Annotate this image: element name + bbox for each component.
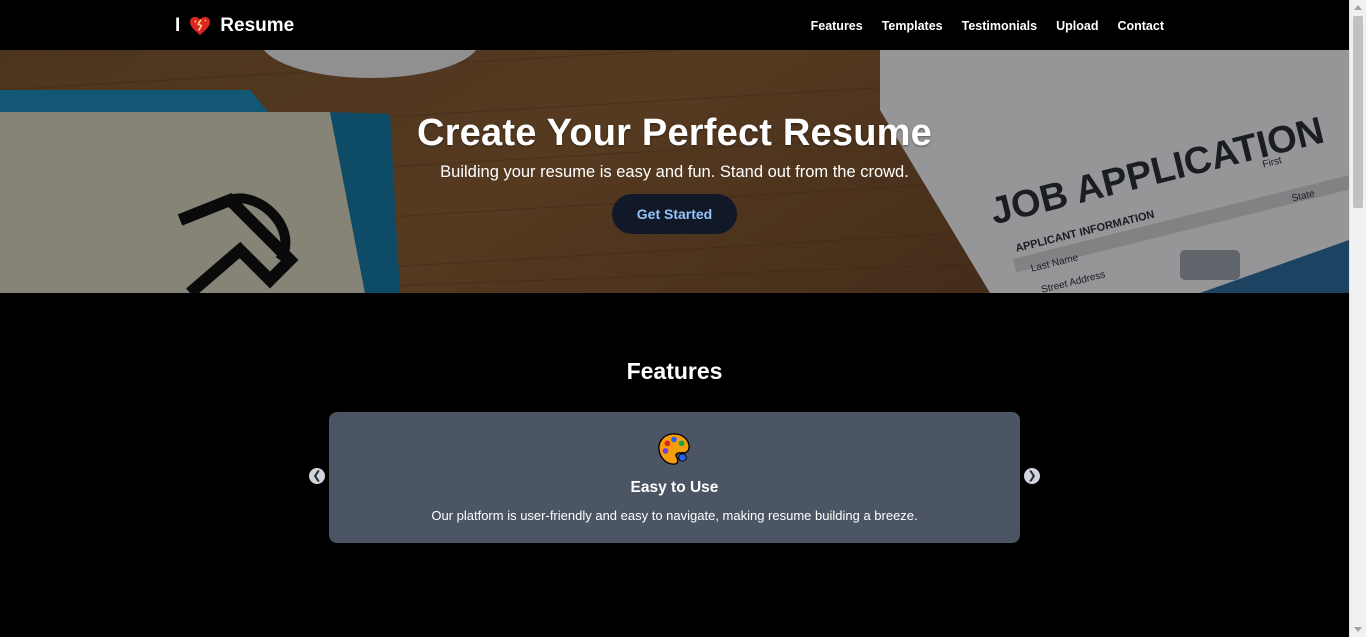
hero-title: Create Your Perfect Resume [417, 112, 932, 154]
features-section: Features ❮ Easy to Use Our platform is u… [0, 293, 1349, 637]
nav-link-features[interactable]: Features [811, 19, 863, 33]
hero-subtitle: Building your resume is easy and fun. St… [440, 163, 909, 181]
nav-link-testimonials[interactable]: Testimonials [962, 19, 1037, 33]
scroll-down-arrow-icon[interactable] [1354, 627, 1362, 632]
hero-content: Create Your Perfect Resume Building your… [0, 112, 1349, 234]
vertical-scrollbar[interactable] [1349, 0, 1366, 637]
brand-logo-link[interactable]: I Resume [175, 13, 294, 39]
nav-link-upload[interactable]: Upload [1056, 19, 1098, 33]
chevron-right-icon: ❯ [1027, 470, 1037, 482]
scroll-up-arrow-icon[interactable] [1354, 5, 1362, 10]
nav-link-templates[interactable]: Templates [882, 19, 943, 33]
brand-prefix: I [175, 15, 181, 36]
carousel-prev-button[interactable]: ❮ [309, 468, 325, 484]
feature-card: Easy to Use Our platform is user-friendl… [329, 412, 1020, 543]
top-navbar: I Resume Features Templates Testimonials… [0, 0, 1349, 50]
hero-section: JOB APPLICATION APPLICANT INFORMATION La… [0, 50, 1349, 293]
heart-icon [190, 16, 211, 36]
brand-name: Resume [220, 15, 295, 36]
nav-links: Features Templates Testimonials Upload C… [811, 17, 1164, 35]
feature-description: Our platform is user-friendly and easy t… [431, 508, 918, 523]
get-started-button[interactable]: Get Started [612, 194, 737, 234]
carousel-next-button[interactable]: ❯ [1024, 468, 1040, 484]
feature-title: Easy to Use [630, 479, 719, 496]
chevron-left-icon: ❮ [312, 470, 322, 482]
page-viewport: I Resume Features Templates Testimonials… [0, 0, 1349, 637]
features-heading: Features [626, 358, 723, 384]
nav-link-contact[interactable]: Contact [1117, 19, 1164, 33]
palette-icon [658, 433, 690, 465]
scrollbar-thumb[interactable] [1353, 16, 1363, 208]
